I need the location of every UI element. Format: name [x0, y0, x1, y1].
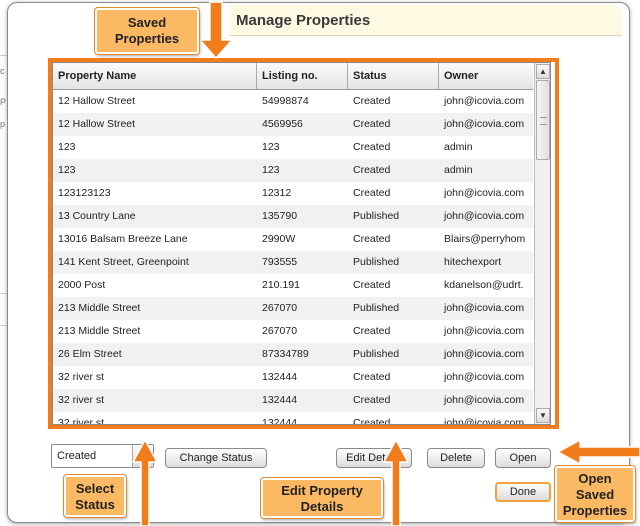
callout-open-saved-properties: Open Saved Properties [555, 466, 635, 522]
callout-select-status: Select Status [64, 475, 126, 517]
arrow-select-status [132, 439, 158, 526]
callout-edit-property-details: Edit Property Details [261, 478, 383, 518]
arrow-open [557, 439, 640, 465]
callout-arrows [132, 1, 640, 526]
callout-saved-properties: Saved Properties [95, 8, 199, 54]
arrow-saved-properties [199, 1, 233, 59]
arrow-edit-details [383, 439, 409, 526]
